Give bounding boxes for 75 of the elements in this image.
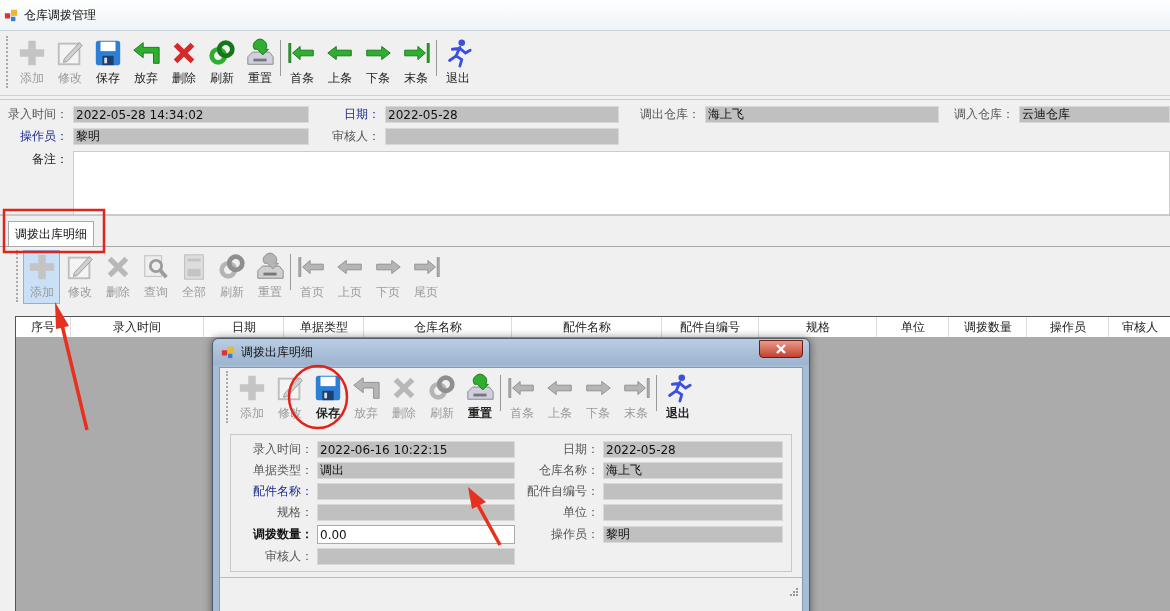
toolbar-button[interactable]: 退出 [439,36,476,90]
field-label: 备注： [31,151,68,168]
app-icon [4,8,18,22]
text-field[interactable]: 2022-05-28 [385,106,619,123]
toolbar-button[interactable]: 刷新 [203,36,240,90]
text-field[interactable] [603,483,783,500]
column-header[interactable]: 录入时间 [71,317,204,337]
column-header[interactable]: 审核人 [1109,317,1170,337]
text-field[interactable]: 海上飞 [705,106,939,123]
drive-icon [254,252,285,282]
field-label: 操作员： [550,526,599,543]
window-title: 仓库调拨管理 [24,6,96,24]
field-label: 单据类型： [252,462,313,479]
resize-grip-icon [788,586,798,596]
tab[interactable]: 调拨出库明细 [8,221,94,246]
field-label: 调拨数量： [252,526,313,543]
close-icon [775,343,787,355]
refresh-icon [426,373,457,403]
text-field[interactable] [317,504,515,521]
toolbar-button[interactable]: 退出 [659,371,696,425]
drive-icon [464,373,495,403]
close-button[interactable] [759,340,803,358]
field-label: 录入时间： [252,441,313,458]
text-field[interactable]: 调出 [317,462,515,479]
text-field[interactable]: 2022-05-28 [603,441,783,458]
refresh-icon [216,252,247,282]
text-field[interactable]: 云迪仓库 [1019,106,1170,123]
toolbar-button[interactable]: 放弃 [127,36,164,90]
text-field[interactable]: 0.00 [317,525,515,544]
toolbar-button[interactable]: 上条 [321,36,358,90]
field-label: 日期： [343,106,380,123]
field-label: 配件名称： [252,483,313,500]
text-field[interactable] [603,504,783,521]
column-header[interactable]: 配件自编号 [662,317,759,337]
field-label: 审核人： [331,128,380,145]
column-header[interactable]: 日期 [204,317,284,337]
column-header[interactable]: 仓库名称 [364,317,512,337]
text-field[interactable]: 2022-06-16 10:22:15 [317,441,515,458]
field-label: 配件自编号： [526,483,599,500]
field-label: 仓库名称： [538,462,599,479]
text-field[interactable]: 海上飞 [603,462,783,479]
remark-field[interactable] [73,151,1170,215]
text-field[interactable] [385,128,619,145]
column-header[interactable]: 单位 [877,317,949,337]
refresh-icon [206,38,237,68]
dialog-title: 调拨出库明细 [241,343,313,361]
toolbar-button[interactable]: 保存 [309,371,346,425]
text-field[interactable]: 黎明 [603,526,783,543]
text-field[interactable] [317,483,515,500]
text-field[interactable]: 2022-05-28 14:34:02 [73,106,309,123]
field-label: 操作员： [19,128,68,145]
toolbar-button[interactable]: 重置 [241,36,278,90]
column-header[interactable]: 单据类型 [284,317,364,337]
text-field[interactable]: 黎明 [73,128,309,145]
toolbar-button[interactable]: 保存 [89,36,126,90]
drive-icon [244,38,275,68]
toolbar-button[interactable]: 下条 [359,36,396,90]
field-label: 单位： [562,504,599,521]
field-label: 审核人： [264,548,313,565]
column-header[interactable]: 调拨数量 [949,317,1027,337]
column-header[interactable]: 配件名称 [512,317,662,337]
column-header[interactable]: 规格 [759,317,877,337]
text-field[interactable] [317,548,515,565]
toolbar-button[interactable]: 首条 [283,36,320,90]
field-label: 调入仓库： [953,106,1014,123]
column-header[interactable]: 操作员 [1027,317,1109,337]
toolbar-button[interactable]: 重置 [461,371,498,425]
app-icon [221,345,235,359]
field-label: 规格： [276,504,313,521]
toolbar-button[interactable]: 删除 [165,36,202,90]
toolbar-button[interactable]: 末条 [397,36,434,90]
field-label: 录入时间： [7,106,68,123]
field-label: 调出仓库： [639,106,700,123]
annotation-arrow [468,487,502,546]
field-label: 日期： [562,441,599,458]
